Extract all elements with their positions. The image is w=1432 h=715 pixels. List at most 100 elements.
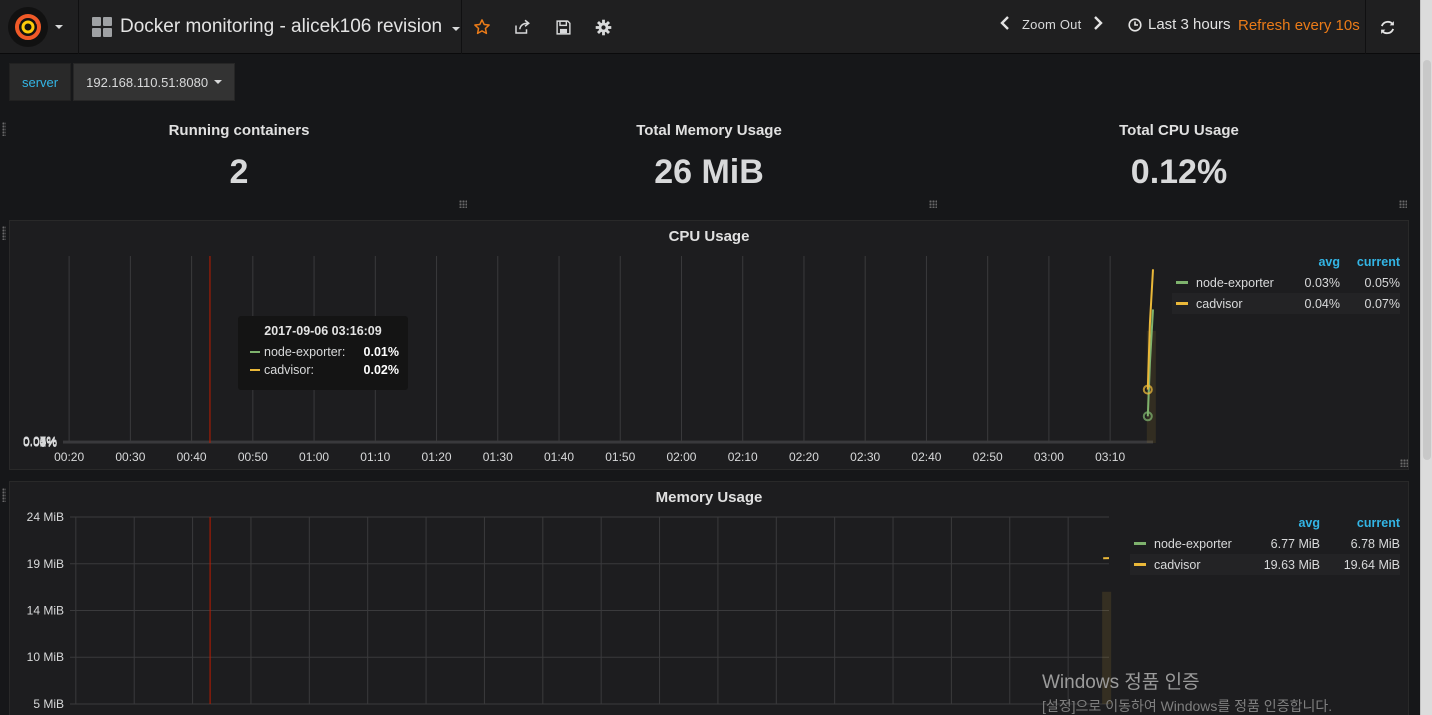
top-navbar: Docker monitoring - alicek106 revision Z… [0,0,1420,54]
refresh-icon [1380,20,1394,34]
x-tick-label: 00:40 [177,450,207,464]
save-button[interactable] [551,15,575,39]
row-drag-handle[interactable] [2,488,6,502]
legend-avg: 0.03% [1304,275,1340,290]
x-tick-label: 01:40 [544,450,574,464]
tooltip-series-value: 0.02% [363,363,399,377]
y-tick-label: 10 MiB [27,650,64,664]
grafana-logo-icon [8,7,48,47]
x-tick-label: 02:30 [850,450,880,464]
y-tick-label: 24 MiB [27,510,64,524]
settings-button[interactable] [591,15,615,39]
row-drag-handle[interactable] [2,226,6,240]
time-range-label: Last 3 hours [1148,16,1231,33]
legend-header-avg[interactable]: avg [1260,516,1320,530]
x-tick-label: 01:20 [422,450,452,464]
x-tick-label: 01:00 [299,450,329,464]
cpu-legend: avg current node-exporter 0.03% 0.05% ca… [1172,252,1400,314]
legend-series-name: cadvisor [1196,296,1243,311]
x-tick-label: 00:30 [115,450,145,464]
cpu-usage-panel: CPU Usage 0% 0.01% 0.02% 0.03% 0.04% 0.05% 0.0… [9,220,1409,470]
star-icon [474,19,490,35]
legend-avg: 19.63 MiB [1263,557,1320,572]
series-color-swatch[interactable] [1134,563,1146,566]
stat-value: 26 MiB [654,153,764,191]
legend-series-name: cadvisor [1154,557,1201,572]
navbar-divider [461,0,462,54]
x-tick-label: 02:00 [666,450,696,464]
chevron-left-icon [1000,16,1009,30]
legend-current: 0.05% [1364,275,1400,290]
stat-title: Total Memory Usage [636,122,782,139]
stat-title: Total CPU Usage [1119,122,1239,139]
legend-item-cadvisor[interactable]: cadvisor 0.04% 0.07% [1172,293,1400,314]
y-tick-label: 0.07% [23,434,57,448]
x-tick-label: 00:50 [238,450,268,464]
tooltip-row-node-exporter: node-exporter: 0.01% [238,343,408,361]
legend-avg: 6.77 MiB [1270,536,1320,551]
panel-resize-handle[interactable] [459,200,467,208]
legend-item-node-exporter[interactable]: node-exporter 0.03% 0.05% [1172,272,1400,293]
legend-item-cadvisor[interactable]: cadvisor 19.63 MiB 19.64 MiB [1130,554,1400,575]
share-icon [515,19,530,34]
chevron-down-icon [214,80,223,84]
gear-icon [595,19,611,35]
zoom-back-button[interactable] [1000,16,1010,33]
legend-current: 0.07% [1364,296,1400,311]
series-color-swatch [250,351,260,353]
stat-panel-running-containers: Running containers 2 [9,112,469,210]
share-button[interactable] [510,15,534,39]
graph-tooltip: 2017-09-06 03:16:09 node-exporter: 0.01%… [238,316,408,390]
tooltip-row-cadvisor: cadvisor: 0.02% [238,361,408,379]
stat-panel-total-memory: Total Memory Usage 26 MiB [479,112,939,210]
refresh-button[interactable] [1375,15,1399,39]
x-tick-label: 00:20 [54,450,84,464]
x-tick-label: 02:20 [789,450,819,464]
hover-time-band [1102,591,1112,704]
save-icon [555,19,571,35]
grafana-menu-button[interactable] [8,6,78,48]
zoom-out-button[interactable]: Zoom Out [1022,17,1081,32]
x-tick-label: 03:00 [1034,450,1064,464]
scrollbar-thumb[interactable] [1423,60,1431,460]
variable-select-server[interactable]: 192.168.110.51:8080 [73,63,236,101]
x-tick-label: 02:50 [973,450,1003,464]
series-color-swatch[interactable] [1176,302,1188,305]
chevron-down-icon [452,27,461,31]
series-color-swatch [250,369,260,371]
panel-resize-handle[interactable] [929,200,937,208]
tooltip-time: 2017-09-06 03:16:09 [264,324,382,338]
stat-value: 0.12% [1130,153,1228,191]
y-tick-label: 5 MiB [33,697,64,711]
legend-series-name: node-exporter [1196,275,1274,290]
legend-header: avg current [1130,513,1400,533]
memory-legend: avg current node-exporter 6.77 MiB 6.78 … [1130,513,1400,575]
refresh-interval-label[interactable]: Refresh every 10s [1238,17,1360,34]
tooltip-series-value: 0.01% [363,345,399,359]
x-tick-label: 01:50 [605,450,635,464]
x-tick-label: 02:40 [911,450,941,464]
dashboard-title-dropdown[interactable]: Docker monitoring - alicek106 revision [92,13,461,41]
legend-header-avg[interactable]: avg [1280,255,1340,269]
row-drag-handle[interactable] [2,122,6,136]
series-color-swatch[interactable] [1134,542,1146,545]
time-range-picker[interactable]: Last 3 hours [1128,16,1231,33]
legend-header-current[interactable]: current [1320,516,1400,530]
legend-header-current[interactable]: current [1340,255,1400,269]
memory-usage-panel: Memory Usage 5 MiB 10 MiB 14 MiB 19 MiB 24 M… [9,481,1409,715]
series-color-swatch[interactable] [1176,281,1188,284]
zoom-forward-button[interactable] [1093,16,1104,33]
legend-avg: 0.04% [1304,296,1340,311]
x-tick-label: 01:10 [360,450,390,464]
variable-label-server: server [9,63,72,101]
stat-value: 2 [229,153,249,191]
y-tick-label: 14 MiB [27,603,64,617]
panel-resize-handle[interactable] [1399,200,1407,208]
template-variables: server 192.168.110.51:8080 [9,63,236,101]
panel-resize-handle[interactable] [1400,459,1408,467]
legend-item-node-exporter[interactable]: node-exporter 6.77 MiB 6.78 MiB [1130,533,1400,554]
star-button[interactable] [470,15,494,39]
page-scrollbar[interactable] [1420,0,1432,715]
zoom-controls: Zoom Out [1000,16,1104,33]
legend-series-name: node-exporter [1154,536,1232,551]
